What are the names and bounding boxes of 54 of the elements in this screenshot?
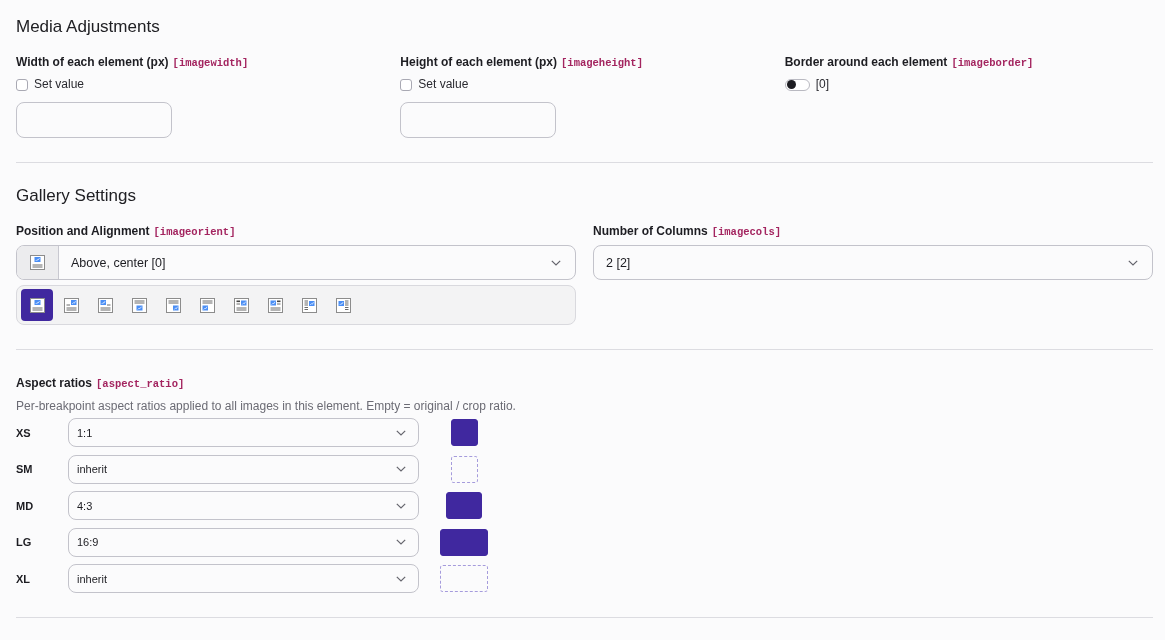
param-name: [imageorient] [153,225,236,239]
param-name: [imageborder] [951,56,1034,70]
page-layout-icon [97,297,113,313]
aspect-select[interactable]: 16:9 [68,527,419,557]
param-name: [aspect_ratio] [96,377,185,391]
field-label: Aspect ratios [16,376,93,390]
checkbox[interactable] [400,78,413,91]
number-input[interactable] [16,102,172,138]
breakpoint-label: LG [16,536,33,548]
number-input[interactable] [400,102,557,138]
page-layout-icon [30,255,45,270]
chevron-down-icon [1128,259,1138,266]
toggle-switch[interactable] [784,78,810,91]
aspect-select[interactable]: 1:1 [68,418,419,447]
page-layout-icon [335,297,351,313]
checkbox-label: Set value [34,78,85,91]
chevron-down-icon [396,502,406,509]
layout-option[interactable] [21,289,53,321]
param-name: [imageheight] [561,56,643,70]
page-layout-icon [199,297,215,313]
page-layout-icon [29,297,45,313]
breakpoint-label: XS [16,426,32,439]
page-layout-icon [165,297,181,313]
chevron-down-icon [396,429,406,436]
param-name: [imagewidth] [172,56,249,70]
field-label: Number of Columns [593,224,708,238]
aspect-select[interactable]: inherit [68,564,419,593]
section-heading: Media Adjustments [16,17,160,37]
aspect-select[interactable]: inherit [68,454,419,484]
chevron-down-icon [396,466,406,472]
field-label: Position and Alignment [16,224,150,238]
field-label: Height of each element (px) [400,55,558,69]
field-label: Width of each element (px) [16,55,169,69]
chevron-down-icon [396,539,406,545]
breakpoint-label: SM [16,463,34,475]
param-name: [imagecols] [711,225,781,239]
page-layout-icon [63,297,79,313]
aspect-select[interactable]: 4:3 [68,491,419,520]
chevron-down-icon [396,575,406,582]
field-label: Border around each element [784,55,948,69]
page-layout-icon [131,297,147,313]
position-select[interactable]: Above, center [0] [16,245,576,280]
section-heading: Gallery Settings [16,186,136,206]
chevron-down-icon [551,259,561,266]
columns-select[interactable]: 2 [2] [593,245,1153,280]
page-layout-icon [233,297,249,313]
toggle-value: [0] [815,78,829,91]
page-layout-icon [267,297,283,313]
breakpoint-label: XL [16,572,32,585]
checkbox-label: Set value [418,78,469,91]
field-description: Per-breakpoint aspect ratios applied to all images in this element. Empty = original / crop ratio. [16,399,516,413]
checkbox[interactable] [16,78,28,91]
page-layout-icon [301,297,317,313]
breakpoint-label: MD [16,499,35,512]
